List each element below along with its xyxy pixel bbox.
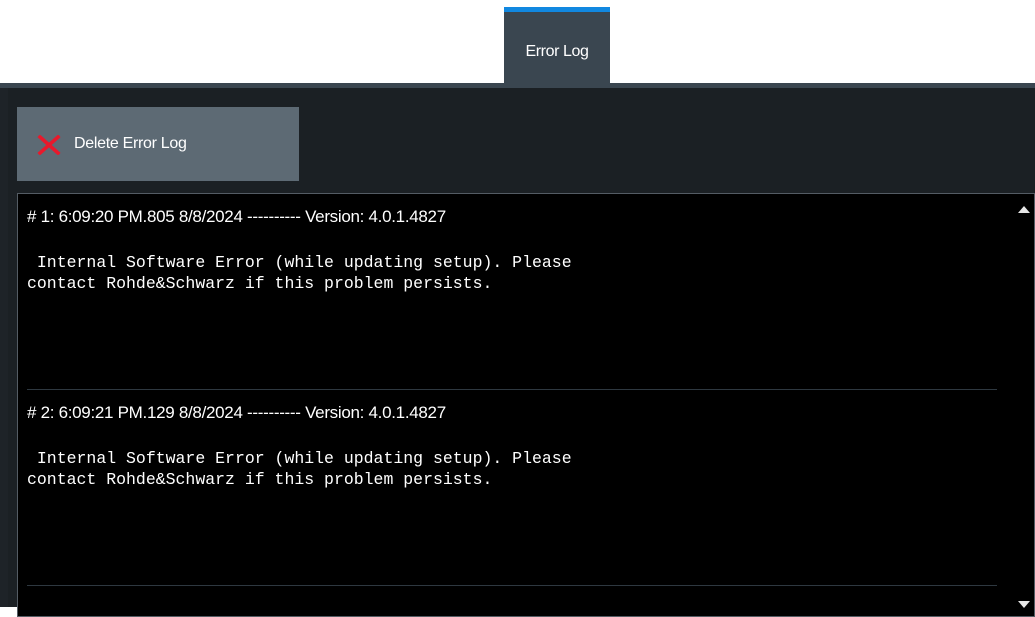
error-log-panel: Delete Error Log # 1: 6:09:20 PM.805 8/8… bbox=[0, 83, 1035, 617]
log-entry[interactable]: # 1: 6:09:20 PM.805 8/8/2024 ---------- … bbox=[27, 194, 997, 390]
vertical-scrollbar[interactable] bbox=[1014, 194, 1034, 616]
log-entry-message: Internal Software Error (while updating … bbox=[27, 449, 572, 489]
log-entry-header: # 1: 6:09:20 PM.805 8/8/2024 ---------- … bbox=[27, 207, 446, 226]
scroll-down-arrow-icon[interactable] bbox=[1014, 594, 1034, 614]
log-entry-message: Internal Software Error (while updating … bbox=[27, 253, 572, 293]
log-entry[interactable]: # 2: 6:09:21 PM.129 8/8/2024 ---------- … bbox=[27, 390, 997, 586]
close-icon bbox=[37, 135, 61, 155]
delete-button-label: Delete Error Log bbox=[74, 135, 187, 152]
tab-error-log[interactable]: Error Log bbox=[504, 7, 610, 83]
log-entry-header: # 2: 6:09:21 PM.129 8/8/2024 ---------- … bbox=[27, 403, 446, 422]
scroll-up-arrow-icon[interactable] bbox=[1014, 200, 1034, 220]
delete-error-log-button[interactable]: Delete Error Log bbox=[17, 107, 299, 181]
tab-label: Error Log bbox=[525, 43, 589, 60]
panel-content: Delete Error Log # 1: 6:09:20 PM.805 8/8… bbox=[8, 88, 1035, 617]
error-log-list[interactable]: # 1: 6:09:20 PM.805 8/8/2024 ---------- … bbox=[17, 193, 1035, 617]
